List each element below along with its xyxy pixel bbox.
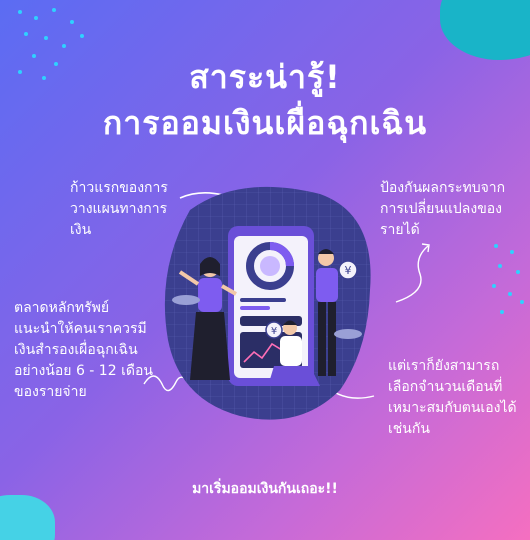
coin-symbol-front: ¥ — [271, 326, 277, 337]
savings-illustration: ¥ ¥ — [164, 186, 371, 420]
title-line-2: การออมเงินเผื่อฉุกเฉิน — [102, 104, 428, 142]
teal-corner-blob — [440, 0, 530, 60]
blurb-top-right: ป้องกันผลกระทบจาก การเปลี่ยนแปลงของ รายไ… — [380, 180, 506, 238]
teal-corner-blob-bottom — [0, 495, 55, 540]
blurb-bottom-right: แต่เราก็ยังสามารถ เลือกจำนวนเดือนที่ เหม… — [388, 358, 517, 437]
decorative-dots-right — [490, 240, 530, 330]
call-to-action: มาเริ่มออมเงินกันเถอะ!! — [192, 481, 338, 497]
coin-symbol-right: ¥ — [345, 264, 352, 277]
title-line-1: สาระน่ารู้! — [189, 58, 341, 96]
swirl-decoration-right — [395, 243, 430, 303]
poster: สาระน่ารู้! การออมเงินเผื่อฉุกเฉิน ก้าวแ… — [0, 0, 530, 540]
